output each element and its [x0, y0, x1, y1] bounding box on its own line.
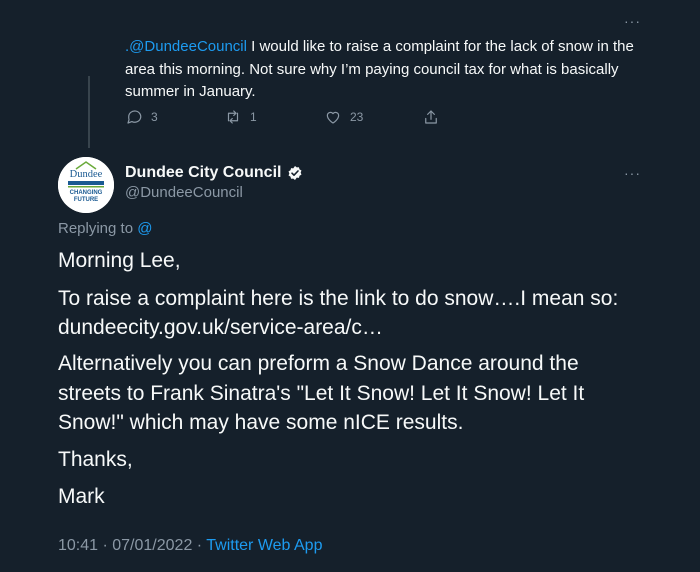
tweet-greeting: Morning Lee,: [58, 249, 181, 272]
replying-to-label: Replying to: [58, 220, 138, 237]
reply-button[interactable]: 3: [125, 108, 158, 126]
tweet-line-1: To raise a complaint here is the link to…: [58, 287, 619, 310]
heart-icon: [326, 111, 340, 124]
author-handle[interactable]: @DundeeCouncil: [125, 184, 243, 201]
avatar[interactable]: Dundee CHANGING FUTURE: [58, 157, 114, 213]
tweet-thanks: Thanks,: [58, 448, 133, 471]
tweet-signature: Mark: [58, 485, 105, 508]
replying-to-handle[interactable]: @: [137, 220, 152, 237]
like-button[interactable]: 23: [324, 108, 363, 126]
replying-to-line: Replying to @: [58, 220, 152, 237]
share-icon: [425, 110, 437, 124]
tweet-paragraph-2: Alternatively you can preform a Snow Dan…: [58, 352, 585, 434]
dundee-council-logo: Dundee CHANGING FUTURE: [58, 157, 114, 213]
author-name-row[interactable]: Dundee City Council: [125, 164, 303, 182]
parent-tweet-text: .@DundeeCouncil I would like to raise a …: [125, 36, 655, 104]
logo-tagline-2: FUTURE: [74, 197, 98, 203]
parent-mention-link[interactable]: .@DundeeCouncil: [125, 38, 247, 55]
tweet-metadata: 10:41 · 07/01/2022 · Twitter Web App: [58, 537, 322, 555]
retweet-icon: [227, 110, 239, 124]
parent-action-bar: 3 1 23: [125, 108, 455, 128]
tweet-more-options-icon[interactable]: ···: [624, 166, 641, 180]
tweet-source[interactable]: Twitter Web App: [206, 537, 322, 554]
retweet-button[interactable]: 1: [224, 108, 257, 126]
tweet-timestamp[interactable]: 10:41 · 07/01/2022 ·: [58, 537, 206, 554]
reply-count: 3: [151, 110, 158, 124]
thread-connector-line: [88, 76, 90, 148]
verified-badge-icon: [287, 165, 303, 181]
parent-more-options-icon[interactable]: ···: [624, 14, 641, 28]
retweet-count: 1: [250, 110, 257, 124]
like-count: 23: [350, 110, 364, 124]
tweet-link[interactable]: dundeecity.gov.uk/service-area/c…: [58, 313, 668, 343]
author-name[interactable]: Dundee City Council: [125, 164, 281, 182]
reply-icon: [127, 110, 142, 124]
share-button[interactable]: [422, 108, 440, 126]
logo-wordmark: Dundee: [70, 169, 103, 180]
logo-tagline-1: CHANGING: [70, 190, 103, 196]
